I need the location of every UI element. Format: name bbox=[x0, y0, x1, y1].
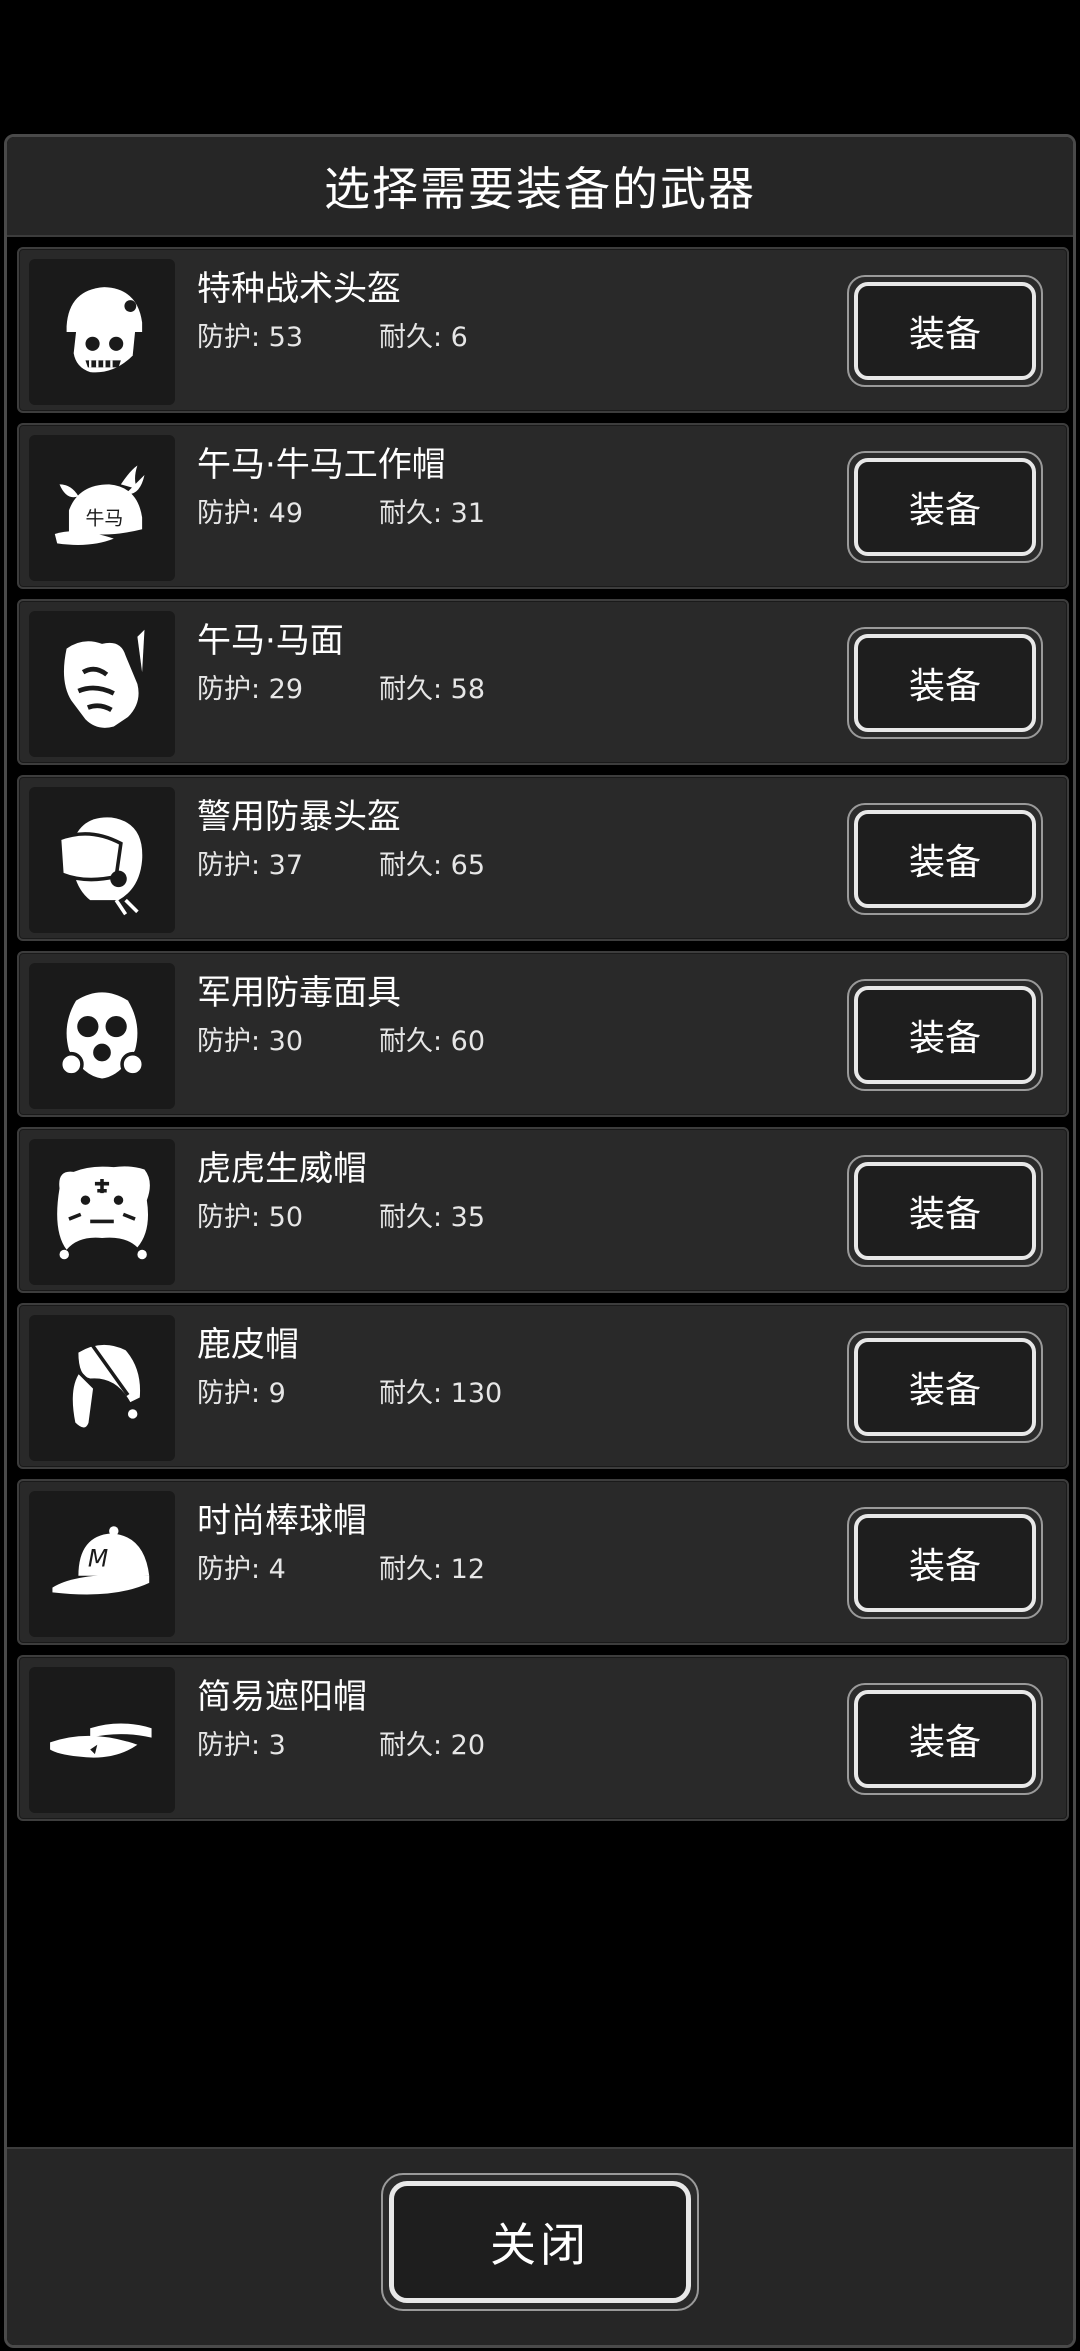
equip-button[interactable]: 装备 bbox=[847, 1683, 1043, 1795]
equip-button-label: 装备 bbox=[854, 282, 1036, 380]
equip-dialog: 选择需要装备的武器 特种战术头盔 防护: 53 耐久: 6 装备 牛马 午马·牛… bbox=[4, 134, 1076, 2348]
list-item: 牛马 午马·牛马工作帽 防护: 49 耐久: 31 装备 bbox=[17, 423, 1069, 589]
item-name: 鹿皮帽 bbox=[197, 1325, 299, 1365]
item-icon-box bbox=[29, 1139, 175, 1285]
item-name: 警用防暴头盔 bbox=[197, 797, 401, 837]
item-icon-box bbox=[29, 611, 175, 757]
item-icon-box bbox=[29, 1315, 175, 1461]
item-icon-box bbox=[29, 787, 175, 933]
gas-mask-icon bbox=[58, 992, 146, 1079]
list-item: 军用防毒面具 防护: 30 耐久: 60 装备 bbox=[17, 951, 1069, 1117]
item-durability: 耐久: 60 bbox=[379, 1026, 486, 1057]
dialog-title: 选择需要装备的武器 bbox=[324, 162, 756, 216]
item-protection: 防护: 4 bbox=[197, 1554, 286, 1585]
svg-text:M: M bbox=[88, 1544, 108, 1572]
equip-button[interactable]: 装备 bbox=[847, 1507, 1043, 1619]
equip-button-label: 装备 bbox=[854, 1514, 1036, 1612]
equip-button[interactable]: 装备 bbox=[847, 803, 1043, 915]
item-protection: 防护: 30 bbox=[197, 1026, 304, 1057]
list-item: 虎虎生威帽 防护: 50 耐久: 35 装备 bbox=[17, 1127, 1069, 1293]
sun-visor-icon bbox=[50, 1723, 152, 1758]
list-item: 警用防暴头盔 防护: 37 耐久: 65 装备 bbox=[17, 775, 1069, 941]
equip-button-label: 装备 bbox=[854, 986, 1036, 1084]
item-name: 特种战术头盔 bbox=[197, 269, 401, 309]
item-protection: 防护: 29 bbox=[197, 674, 304, 705]
list-item: 午马·马面 防护: 29 耐久: 58 装备 bbox=[17, 599, 1069, 765]
item-durability: 耐久: 65 bbox=[379, 850, 486, 881]
dialog-header: 选择需要装备的武器 bbox=[7, 137, 1073, 237]
horse-mask-icon bbox=[63, 629, 145, 728]
item-protection: 防护: 37 bbox=[197, 850, 304, 881]
tiger-hat-icon bbox=[57, 1166, 150, 1260]
item-icon-box bbox=[29, 1667, 175, 1813]
item-durability: 耐久: 31 bbox=[379, 498, 486, 529]
list-item: M 时尚棒球帽 防护: 4 耐久: 12 装备 bbox=[17, 1479, 1069, 1645]
item-list: 特种战术头盔 防护: 53 耐久: 6 装备 牛马 午马·牛马工作帽 防护: 4… bbox=[17, 237, 1069, 1821]
item-durability: 耐久: 12 bbox=[379, 1554, 486, 1585]
item-name: 时尚棒球帽 bbox=[197, 1501, 367, 1541]
list-item: 简易遮阳帽 防护: 3 耐久: 20 装备 bbox=[17, 1655, 1069, 1821]
item-name: 午马·牛马工作帽 bbox=[197, 445, 446, 485]
equip-button-label: 装备 bbox=[854, 458, 1036, 556]
equip-button-label: 装备 bbox=[854, 1690, 1036, 1788]
equip-button[interactable]: 装备 bbox=[847, 627, 1043, 739]
item-protection: 防护: 9 bbox=[197, 1378, 286, 1409]
ox-horse-work-cap-icon: 牛马 bbox=[54, 465, 145, 545]
item-name: 虎虎生威帽 bbox=[197, 1149, 367, 1189]
item-icon-box: 牛马 bbox=[29, 435, 175, 581]
equip-button-label: 装备 bbox=[854, 810, 1036, 908]
equip-button[interactable]: 装备 bbox=[847, 1155, 1043, 1267]
tactical-helmet-icon bbox=[66, 287, 143, 373]
equip-button-label: 装备 bbox=[854, 1162, 1036, 1260]
item-protection: 防护: 3 bbox=[197, 1730, 286, 1761]
riot-helmet-icon bbox=[57, 817, 143, 916]
item-durability: 耐久: 6 bbox=[379, 322, 468, 353]
equip-button[interactable]: 装备 bbox=[847, 451, 1043, 563]
item-name: 午马·马面 bbox=[197, 621, 344, 661]
item-protection: 防护: 53 bbox=[197, 322, 304, 353]
list-item: 特种战术头盔 防护: 53 耐久: 6 装备 bbox=[17, 247, 1069, 413]
baseball-cap-icon: M bbox=[52, 1526, 150, 1595]
item-name: 简易遮阳帽 bbox=[197, 1677, 367, 1717]
equip-button[interactable]: 装备 bbox=[847, 1331, 1043, 1443]
item-durability: 耐久: 58 bbox=[379, 674, 486, 705]
item-protection: 防护: 50 bbox=[197, 1202, 304, 1233]
item-icon-box bbox=[29, 259, 175, 405]
item-durability: 耐久: 20 bbox=[379, 1730, 486, 1761]
item-protection: 防护: 49 bbox=[197, 498, 304, 529]
close-button[interactable]: 关闭 bbox=[381, 2173, 699, 2311]
equip-button-label: 装备 bbox=[854, 1338, 1036, 1436]
equip-button[interactable]: 装备 bbox=[847, 275, 1043, 387]
item-icon-box bbox=[29, 963, 175, 1109]
item-durability: 耐久: 35 bbox=[379, 1202, 486, 1233]
deerskin-hat-icon bbox=[69, 1344, 141, 1432]
svg-text:牛马: 牛马 bbox=[85, 508, 123, 530]
list-item: 鹿皮帽 防护: 9 耐久: 130 装备 bbox=[17, 1303, 1069, 1469]
item-name: 军用防毒面具 bbox=[197, 973, 401, 1013]
equip-button[interactable]: 装备 bbox=[847, 979, 1043, 1091]
equip-button-label: 装备 bbox=[854, 634, 1036, 732]
item-icon-box: M bbox=[29, 1491, 175, 1637]
item-durability: 耐久: 130 bbox=[379, 1378, 503, 1409]
dialog-footer: 关闭 bbox=[7, 2147, 1073, 2345]
close-button-label: 关闭 bbox=[389, 2181, 691, 2303]
